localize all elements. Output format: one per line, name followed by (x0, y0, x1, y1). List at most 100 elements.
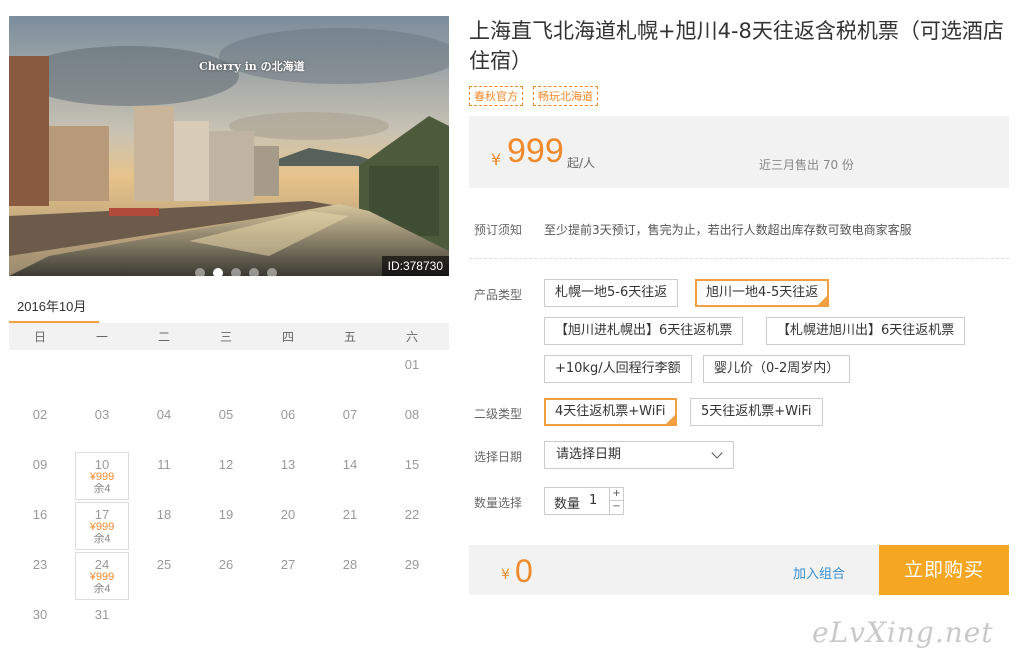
type-option-sapporo[interactable]: 札幌一地5-6天往返 (544, 279, 679, 307)
day-number: 12 (218, 457, 234, 472)
subtype-label: 二级类型 (474, 407, 523, 421)
day-number: 23 (32, 557, 48, 572)
calendar-day-available[interactable]: 10 ¥999 余4 (71, 450, 133, 500)
day-number: 02 (32, 407, 48, 422)
calendar-weekday-header: 日一二三四五六 (9, 324, 449, 350)
quantity-label: 数量选择 (474, 496, 523, 510)
day-number: 31 (94, 607, 110, 622)
carousel-dot[interactable] (267, 268, 277, 276)
day-number: 16 (32, 507, 48, 522)
carousel-dot-active[interactable] (213, 268, 223, 276)
day-number: 26 (218, 557, 234, 572)
day-number: 10 (94, 457, 110, 472)
add-to-combo-link[interactable]: 加入组合 (793, 563, 845, 582)
day-number: 28 (342, 557, 358, 572)
day-number: 27 (280, 557, 296, 572)
day-number: 01 (404, 357, 420, 372)
calendar-day-available[interactable]: 17 ¥999 余4 (71, 500, 133, 550)
calendar-day: 07 (319, 400, 381, 450)
quantity-stepper: 数量 1 + − (544, 487, 624, 515)
day-number: 06 (280, 407, 296, 422)
type-option-asahikawa-in-sapporo-out[interactable]: 【旭川进札幌出】6天往返机票 (544, 317, 744, 345)
calendar-empty-cell (319, 350, 381, 400)
day-number: 20 (280, 507, 296, 522)
photo-id-label: ID:378730 (381, 256, 449, 276)
day-stock: 余4 (93, 533, 111, 545)
day-number: 25 (156, 557, 172, 572)
calendar-empty-cell (195, 350, 257, 400)
product-tags: 春秋官方 畅玩北海道 (469, 86, 598, 106)
day-price: ¥999 (89, 571, 115, 583)
quantity-input[interactable]: 1 (589, 493, 597, 508)
type-option-infant[interactable]: 婴儿价（0-2周岁内） (703, 355, 851, 383)
day-price: ¥999 (89, 471, 115, 483)
calendar-day: 31 (71, 600, 133, 650)
day-price: ¥999 (89, 521, 115, 533)
date-select-value: 请选择日期 (556, 447, 622, 462)
total-currency: ¥ (501, 567, 510, 583)
calendar-day: 03 (71, 400, 133, 450)
calendar-day: 08 (381, 400, 443, 450)
calendar-day: 23 (9, 550, 71, 600)
calendar-day: 19 (195, 500, 257, 550)
day-number: 14 (342, 457, 358, 472)
tag-hokkaido[interactable]: 畅玩北海道 (533, 86, 598, 106)
calendar-empty-cell (71, 350, 133, 400)
calendar-empty-cell (133, 350, 195, 400)
calendar-day: 12 (195, 450, 257, 500)
notice-text: 至少提前3天预订，售完为止，若出行人数超出库存数可致电商家客服 (544, 223, 912, 237)
quantity-minus-button[interactable]: − (609, 501, 623, 514)
calendar-day: 25 (133, 550, 195, 600)
day-number: 24 (94, 557, 110, 572)
date-label: 选择日期 (474, 450, 523, 464)
carousel-dots (195, 268, 277, 276)
photo-watermark: Cherry in の北海道 (199, 60, 305, 73)
calendar-month-tab[interactable]: 2016年10月 (9, 296, 99, 324)
day-number: 07 (342, 407, 358, 422)
calendar-day: 05 (195, 400, 257, 450)
checkout-bar: ¥ 0 加入组合 (469, 545, 879, 595)
product-title: 上海直飞北海道札幌+旭川4-8天往返含税机票（可选酒店住宿） (469, 19, 1004, 73)
calendar-day: 13 (257, 450, 319, 500)
buy-now-button[interactable]: 立即购买 (879, 545, 1009, 595)
calendar-days-grid: 01 02 03 04 05 06 07 08 09 10 ¥999 余4 11 12 13 14 15 16 17… (9, 350, 449, 650)
type-option-extra-baggage[interactable]: +10kg/人回程行李额 (544, 355, 692, 383)
weekday-label: 二 (157, 330, 170, 344)
calendar-day-available[interactable]: 24 ¥999 余4 (71, 550, 133, 600)
price-unit: 起/人 (567, 156, 596, 170)
price-value: 999 (507, 132, 564, 170)
day-number: 09 (32, 457, 48, 472)
weekday-label: 五 (343, 330, 356, 344)
carousel-dot[interactable] (231, 268, 241, 276)
type-option-sapporo-in-asahikawa-out[interactable]: 【札幌进旭川出】6天往返机票 (766, 317, 966, 345)
calendar-day: 27 (257, 550, 319, 600)
subtype-option-4day[interactable]: 4天往返机票+WiFi (544, 398, 677, 426)
day-stock: 余4 (93, 583, 111, 595)
total-price: 0 (515, 553, 533, 589)
price-currency: ¥ (491, 150, 502, 169)
day-number: 18 (156, 507, 172, 522)
subtype-option-5day[interactable]: 5天往返机票+WiFi (690, 398, 823, 426)
quantity-field-label: 数量 (554, 497, 581, 512)
product-photo-carousel[interactable]: Cherry in の北海道 ID:378730 (9, 16, 449, 276)
calendar-day: 09 (9, 450, 71, 500)
day-number: 21 (342, 507, 358, 522)
calendar-day: 29 (381, 550, 443, 600)
date-calendar: 日一二三四五六 01 02 03 04 05 06 07 08 09 10 ¥999 余4 11 12 13… (9, 324, 449, 664)
calendar-day: 28 (319, 550, 381, 600)
tag-official[interactable]: 春秋官方 (469, 86, 523, 106)
carousel-dot[interactable] (195, 268, 205, 276)
day-number: 08 (404, 407, 420, 422)
calendar-day: 11 (133, 450, 195, 500)
day-number: 15 (404, 457, 420, 472)
carousel-dot[interactable] (249, 268, 259, 276)
calendar-empty-cell (257, 350, 319, 400)
canal-photo (9, 16, 449, 276)
quantity-plus-button[interactable]: + (609, 488, 623, 501)
site-watermark: eLvXing.net (812, 616, 994, 649)
type-option-asahikawa[interactable]: 旭川一地4-5天往返 (695, 279, 830, 307)
day-number: 11 (157, 457, 171, 472)
day-number: 04 (156, 407, 172, 422)
date-select[interactable]: 请选择日期 (544, 441, 734, 469)
calendar-day: 15 (381, 450, 443, 500)
